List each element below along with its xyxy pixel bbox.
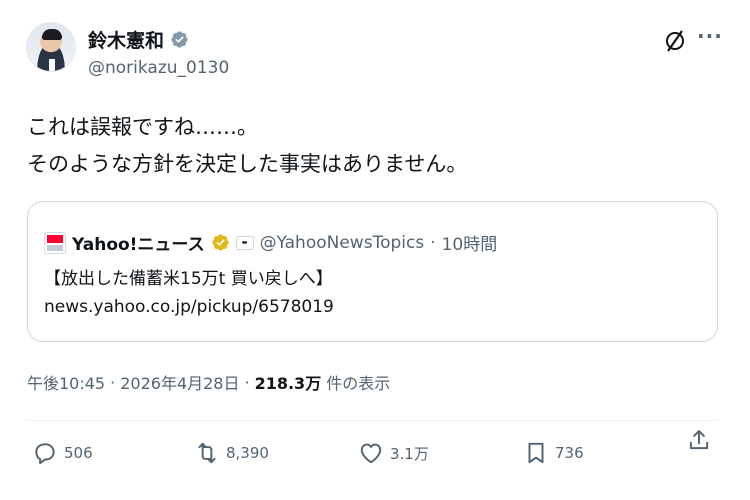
quoted-tweet-card[interactable]: Yahoo!ニュース ▬ @YahooNewsTopics · 10時間 【放出… — [27, 201, 718, 342]
divider — [27, 420, 718, 421]
quoted-avatar — [44, 231, 66, 254]
quoted-handle: @YahooNewsTopics — [259, 232, 425, 253]
grok-icon[interactable] — [662, 28, 688, 54]
reply-icon — [35, 443, 55, 465]
author-display-name[interactable]: 鈴木憲和 — [88, 26, 164, 53]
quoted-tweet-header: Yahoo!ニュース ▬ @YahooNewsTopics · 10時間 — [44, 230, 497, 255]
more-options-icon[interactable]: ··· — [697, 26, 722, 49]
bookmark-icon — [528, 442, 544, 464]
retweet-button[interactable]: 8,390 — [194, 440, 269, 466]
retweet-icon — [198, 442, 216, 464]
quoted-display-name: Yahoo!ニュース — [72, 235, 205, 255]
quoted-link[interactable]: news.yahoo.co.jp/pickup/6578019 — [44, 297, 334, 317]
bookmark-count: 736 — [555, 444, 584, 462]
bookmark-button[interactable]: 736 — [523, 440, 584, 466]
avatar[interactable] — [26, 22, 76, 72]
tweet-text-line: これは誤報ですね……。 — [27, 115, 258, 139]
quoted-text: 【放出した備蓄米15万t 買い戻しへ】 — [44, 269, 333, 289]
view-count: 218.3万 — [254, 374, 322, 393]
separator-dot: · — [110, 372, 116, 392]
tweet-text: これは誤報ですね……。 そのような方針を決定した事実はありません。 — [27, 109, 717, 183]
reply-button[interactable]: 506 — [32, 440, 93, 466]
separator-dot: · — [244, 372, 250, 392]
separator-dot: · — [430, 232, 436, 253]
tweet-text-line: そのような方針を決定した事実はありません。 — [27, 152, 468, 176]
retweet-count: 8,390 — [226, 444, 269, 462]
verified-badge-icon[interactable] — [170, 30, 189, 49]
reply-count: 506 — [64, 444, 93, 462]
gold-verified-badge-icon — [211, 234, 229, 251]
author-handle[interactable]: @norikazu_0130 — [88, 58, 229, 78]
tweet-time[interactable]: 午後10:45 — [27, 370, 105, 394]
share-button[interactable] — [686, 427, 712, 453]
quoted-timestamp: 10時間 — [441, 235, 498, 255]
share-icon — [689, 430, 709, 450]
heart-icon — [360, 443, 382, 464]
tweet-meta: 午後10:45 · 2026年4月28日 · 218.3万 件の表示 — [27, 370, 390, 394]
like-button[interactable]: 3.1万 — [358, 440, 429, 466]
action-bar: 506 8,390 3.1万 736 — [0, 430, 750, 480]
tweet-date[interactable]: 2026年4月28日 — [120, 370, 239, 394]
affiliation-badge-icon: ▬ — [235, 235, 254, 250]
author-name-row: 鈴木憲和 — [88, 26, 189, 53]
view-count-label: 件の表示 — [326, 374, 391, 393]
like-count: 3.1万 — [390, 444, 429, 463]
